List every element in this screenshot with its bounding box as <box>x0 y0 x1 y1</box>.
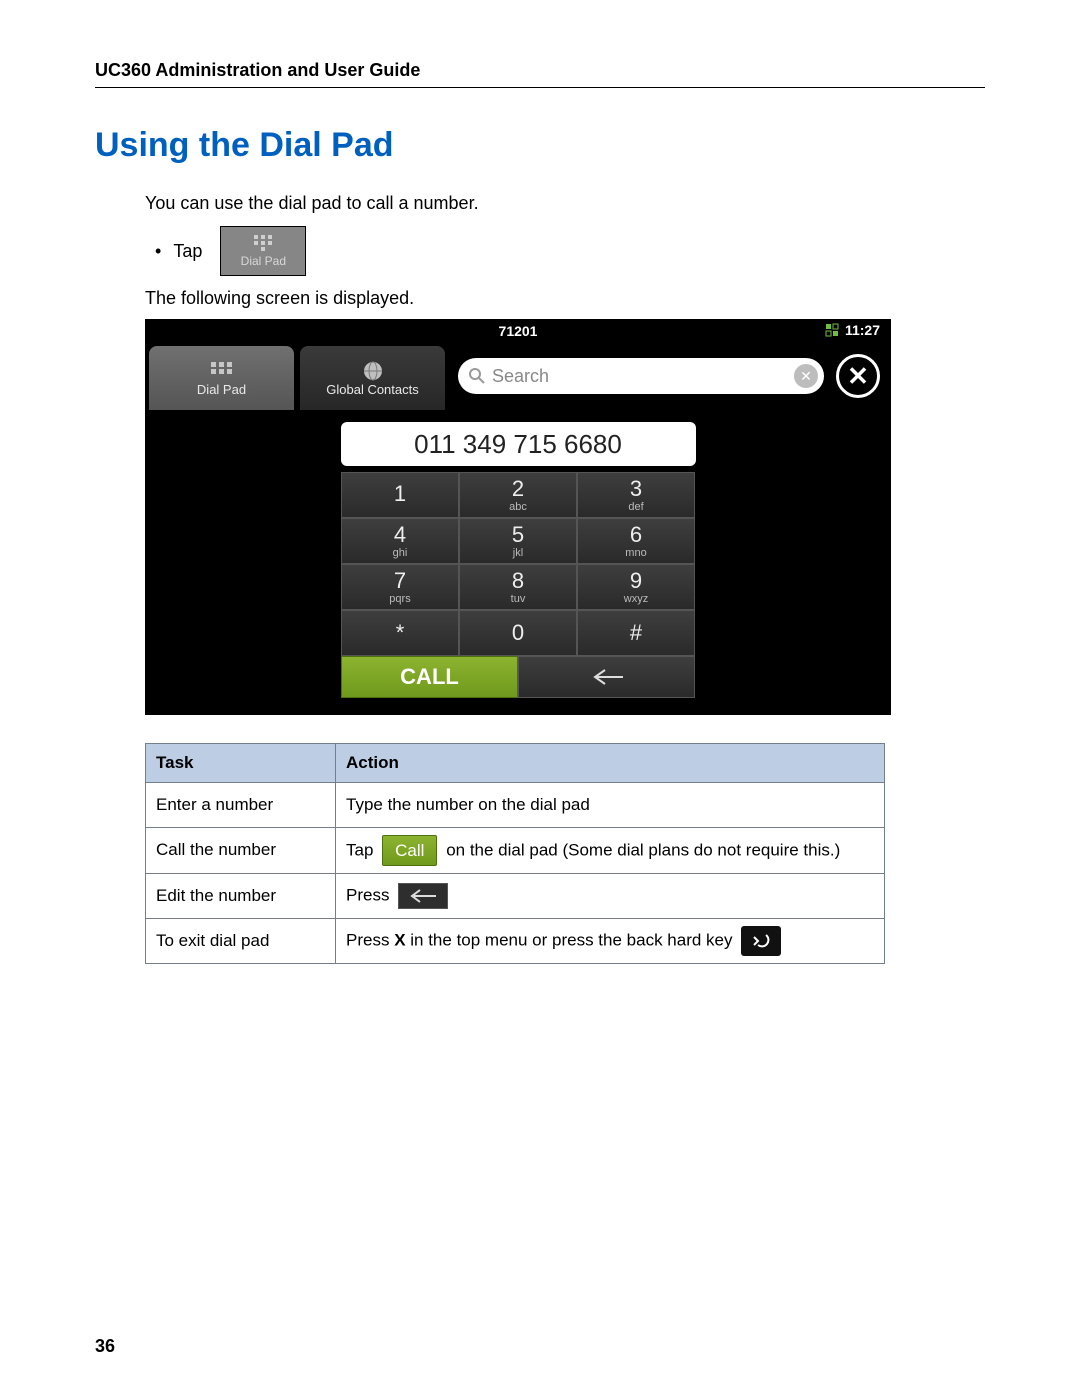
device-screenshot: 71201 11:27 Dial Pad <box>145 319 891 715</box>
dialpad-chip: Dial Pad <box>220 226 306 276</box>
table-row: Call the number Tap Call on the dial pad… <box>146 827 885 874</box>
tab-contacts-label: Global Contacts <box>326 382 419 397</box>
clear-search-icon[interactable]: ✕ <box>794 364 818 388</box>
followup-text: The following screen is displayed. <box>145 288 985 309</box>
close-icon: ✕ <box>847 361 869 392</box>
task-cell: Call the number <box>146 827 336 874</box>
table-row: To exit dial pad Press X in the top menu… <box>146 919 885 964</box>
backspace-button[interactable] <box>518 656 695 698</box>
key-3[interactable]: 3def <box>577 472 695 518</box>
key-hash[interactable]: # <box>577 610 695 656</box>
task-cell: To exit dial pad <box>146 919 336 964</box>
status-center-number: 71201 <box>499 323 538 339</box>
th-action: Action <box>336 744 885 783</box>
dialpad-chip-label: Dial Pad <box>241 254 286 268</box>
key-9[interactable]: 9wxyz <box>577 564 695 610</box>
key-5[interactable]: 5jkl <box>459 518 577 564</box>
key-7[interactable]: 7pqrs <box>341 564 459 610</box>
dialpad-icon <box>208 360 236 382</box>
key-2[interactable]: 2abc <box>459 472 577 518</box>
table-row: Enter a number Type the number on the di… <box>146 782 885 827</box>
task-action-table: Task Action Enter a number Type the numb… <box>145 743 885 964</box>
action-cell: Type the number on the dial pad <box>336 782 885 827</box>
section-title: Using the Dial Pad <box>95 126 985 165</box>
inline-call-button: Call <box>382 835 437 867</box>
status-network-icon <box>825 323 839 337</box>
text: on the dial pad (Some dial plans do not … <box>446 840 840 859</box>
task-cell: Enter a number <box>146 782 336 827</box>
search-input[interactable]: Search ✕ <box>458 358 824 394</box>
call-button[interactable]: CALL <box>341 656 518 698</box>
table-row: Edit the number Press <box>146 874 885 919</box>
globe-icon <box>360 360 386 382</box>
task-cell: Edit the number <box>146 874 336 919</box>
inline-backspace-icon <box>398 883 448 909</box>
close-button[interactable]: ✕ <box>836 354 880 398</box>
text-bold: X <box>394 931 405 950</box>
dialpad-icon <box>252 234 274 252</box>
search-icon <box>468 367 486 385</box>
key-1[interactable]: 1 <box>341 472 459 518</box>
key-0[interactable]: 0 <box>459 610 577 656</box>
key-star[interactable]: * <box>341 610 459 656</box>
key-4[interactable]: 4ghi <box>341 518 459 564</box>
key-8[interactable]: 8tuv <box>459 564 577 610</box>
dialpad-area: 011 349 715 6680 1 2abc 3def 4ghi 5jkl 6… <box>146 410 890 714</box>
back-hardkey-icon <box>741 926 781 956</box>
action-cell: Tap Call on the dial pad (Some dial plan… <box>336 827 885 874</box>
action-cell: Press <box>336 874 885 919</box>
running-head: UC360 Administration and User Guide <box>95 60 985 88</box>
text: in the top menu or press the back hard k… <box>406 931 733 950</box>
text: Press <box>346 931 394 950</box>
bullet-tap-dialpad: • Tap Dial Pad <box>155 226 985 276</box>
tap-label: Tap <box>173 241 202 262</box>
text: Tap <box>346 840 373 859</box>
th-task: Task <box>146 744 336 783</box>
action-cell: Press X in the top menu or press the bac… <box>336 919 885 964</box>
bullet-dot: • <box>155 241 161 262</box>
status-bar: 71201 11:27 <box>146 320 890 342</box>
status-time: 11:27 <box>845 322 880 338</box>
tab-global-contacts[interactable]: Global Contacts <box>300 346 445 410</box>
tab-dialpad-label: Dial Pad <box>197 382 246 397</box>
page-number: 36 <box>95 1336 115 1357</box>
top-bar: Dial Pad Global Contacts Search ✕ ✕ <box>146 342 890 410</box>
text: Press <box>346 886 389 905</box>
number-display: 011 349 715 6680 <box>341 422 696 466</box>
search-placeholder: Search <box>492 366 549 387</box>
key-6[interactable]: 6mno <box>577 518 695 564</box>
intro-text: You can use the dial pad to call a numbe… <box>145 193 985 214</box>
tab-dialpad[interactable]: Dial Pad <box>149 346 294 410</box>
key-grid: 1 2abc 3def 4ghi 5jkl 6mno 7pqrs 8tuv 9w… <box>341 472 695 656</box>
backspace-icon <box>587 667 627 687</box>
